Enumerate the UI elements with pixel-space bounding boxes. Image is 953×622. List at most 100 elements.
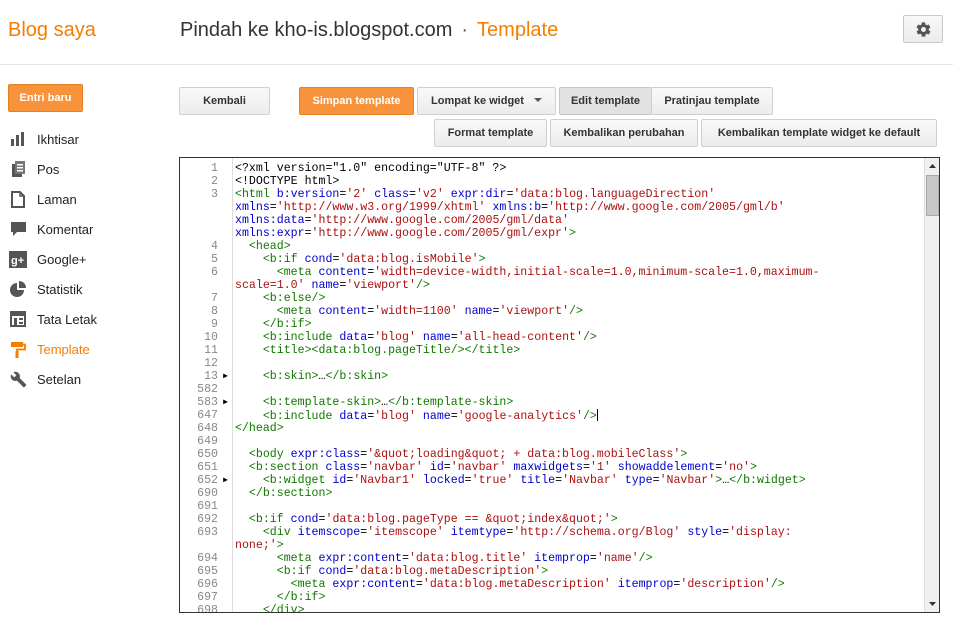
sidebar-item-template[interactable]: Template: [0, 334, 170, 364]
scrollbar-thumb[interactable]: [926, 175, 939, 216]
code-text: <html b:version='2' class='v2' expr:dir=…: [235, 188, 716, 201]
code-line: 647 <b:include data='blog' name='google-…: [180, 409, 925, 423]
code-text: <b:widget id='Navbar1' locked='true' tit…: [262, 474, 806, 487]
sidebar-item-label: Google+: [37, 251, 87, 267]
code-line: 582: [180, 383, 925, 396]
code-text: <meta content='width=device-width,initia…: [276, 266, 820, 279]
line-number: 648: [197, 422, 218, 435]
line-number: 3: [211, 188, 218, 201]
blog-brand-link[interactable]: Blog saya: [8, 19, 96, 42]
sidebar-item-setelan[interactable]: Setelan: [0, 364, 170, 394]
sidebar-item-label: Setelan: [37, 371, 82, 387]
new-post-button[interactable]: Entri baru: [8, 84, 83, 112]
code-line: scale=1.0' name='viewport'/>: [180, 279, 925, 292]
code-text: xmlns:data='http://www.google.com/2005/g…: [235, 214, 569, 227]
fold-arrow-icon[interactable]: ▶: [218, 474, 233, 487]
gear-icon: [916, 22, 931, 37]
chevron-down-icon: [533, 98, 542, 102]
jump-to-widget-dropdown[interactable]: Lompat ke widget: [417, 87, 556, 115]
code-text: <div itemscope='itemscope' itemtype='htt…: [262, 526, 792, 539]
sidebar-item-komentar[interactable]: Komentar: [0, 214, 170, 244]
code-text: <meta expr:content='data:blog.metaDescri…: [290, 578, 785, 591]
tab-edit-template[interactable]: Edit template: [559, 87, 652, 115]
sidebar-item-label: Template: [37, 341, 90, 357]
sidebar-item-pos[interactable]: Pos: [0, 154, 170, 184]
code-text: <b:else/>: [262, 292, 326, 305]
code-text: <meta expr:content='data:blog.title' ite…: [276, 552, 653, 565]
code-line: 691: [180, 500, 925, 513]
sidebar-item-laman[interactable]: Laman: [0, 184, 170, 214]
sidebar-item-statistik[interactable]: Statistik: [0, 274, 170, 304]
code-line: 698 </div>: [180, 604, 925, 612]
sidebar-item-tata-letak[interactable]: Tata Letak: [0, 304, 170, 334]
vertical-scrollbar[interactable]: [924, 158, 939, 612]
line-number: 8: [211, 305, 218, 318]
pie-chart-icon: [8, 279, 28, 299]
save-template-button[interactable]: Simpan template: [299, 87, 414, 115]
code-line: 652 ▶ <b:widget id='Navbar1' locked='true…: [180, 474, 925, 487]
blog-title: Pindah ke kho-is.blogspot.com: [180, 19, 453, 41]
scroll-down-arrow-icon[interactable]: [925, 597, 939, 612]
text-cursor: [596, 409, 598, 421]
sidebar-item-google-plus[interactable]: g+ Google+: [0, 244, 170, 274]
code-text: </b:if>: [276, 591, 326, 604]
format-template-button[interactable]: Format template: [434, 119, 547, 147]
code-text: <?xml version="1.0" encoding="UTF-8" ?>: [235, 162, 507, 175]
fold-arrow-icon[interactable]: ▶: [218, 396, 233, 409]
line-number: 690: [197, 487, 218, 500]
code-area[interactable]: 1 <?xml version="1.0" encoding="UTF-8" ?>…: [180, 162, 925, 612]
fold-arrow-icon[interactable]: ▶: [218, 370, 233, 383]
code-line: 9 </b:if>: [180, 318, 925, 331]
line-number: 696: [197, 578, 218, 591]
scroll-up-arrow-icon[interactable]: [925, 158, 939, 173]
sidebar-item-label: Statistik: [37, 281, 83, 297]
code-text: <b:include data='blog' name='all-head-co…: [262, 331, 597, 344]
code-line: 4 <head>: [180, 240, 925, 253]
document-icon: [8, 159, 28, 179]
google-plus-icon: g+: [8, 249, 28, 269]
line-number: 13: [204, 370, 218, 383]
line-number: 583: [197, 396, 218, 409]
code-text: <b:section class='navbar' id='navbar' ma…: [248, 461, 757, 474]
revert-widget-templates-button[interactable]: Kembalikan template widget ke default: [701, 119, 937, 147]
code-text: none;'>: [235, 539, 284, 552]
code-text: <head>: [248, 240, 291, 253]
code-text: </b:section>: [248, 487, 333, 500]
page-title: Pindah ke kho-is.blogspot.com · Template: [180, 19, 558, 42]
code-line: xmlns:expr='http://www.google.com/2005/g…: [180, 227, 925, 240]
sidebar-item-ikhtisar[interactable]: Ikhtisar: [0, 124, 170, 154]
code-text: </head>: [235, 422, 284, 435]
tab-preview-template[interactable]: Pratinjau template: [651, 87, 773, 115]
code-text: <b:include data='blog' name='google-anal…: [262, 409, 598, 423]
template-code-editor[interactable]: 1 <?xml version="1.0" encoding="UTF-8" ?>…: [179, 157, 940, 613]
code-line: 648 </head>: [180, 422, 925, 435]
back-button[interactable]: Kembali: [179, 87, 270, 115]
bar-chart-icon: [8, 129, 28, 149]
settings-button[interactable]: [903, 15, 943, 43]
line-number: 582: [197, 383, 218, 396]
revert-changes-button[interactable]: Kembalikan perubahan: [550, 119, 698, 147]
line-number: 6: [211, 266, 218, 279]
line-number: 12: [204, 357, 218, 370]
code-text: <b:if cond='data:blog.metaDescription'>: [276, 565, 549, 578]
line-number: 695: [197, 565, 218, 578]
sidebar-item-label: Ikhtisar: [37, 131, 79, 147]
sidebar-item-label: Pos: [37, 161, 60, 177]
